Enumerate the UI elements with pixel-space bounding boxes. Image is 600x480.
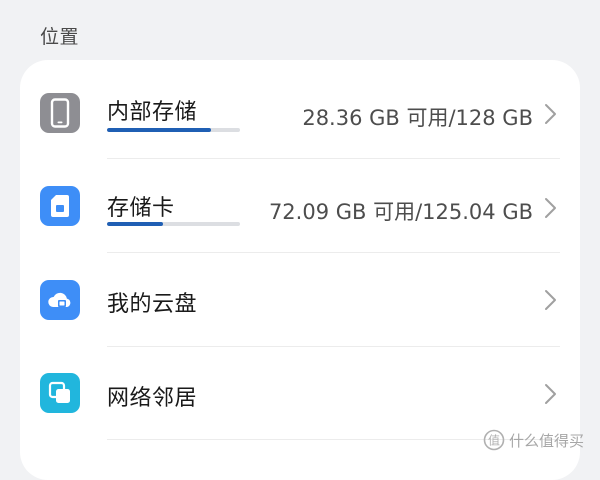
internal-storage-usage-fill <box>107 128 211 132</box>
network-neighborhood-row[interactable]: 网络邻居 <box>20 348 580 440</box>
network-neighborhood-label: 网络邻居 <box>107 386 198 411</box>
divider <box>107 252 560 253</box>
cloud-icon <box>40 280 80 320</box>
storage-card-row[interactable]: 存储卡 72.09 GB 可用/125.04 GB <box>20 160 580 252</box>
section-title: 位置 <box>40 26 80 48</box>
storage-locations-card: 内部存储 28.36 GB 可用/128 GB 存储卡 72.09 GB 可用/… <box>20 60 580 480</box>
cloud-drive-row[interactable]: 我的云盘 <box>20 254 580 346</box>
storage-card-usage-bar <box>107 222 240 226</box>
internal-storage-row[interactable]: 内部存储 28.36 GB 可用/128 GB <box>20 64 580 156</box>
network-neighborhood-icon <box>40 373 80 413</box>
chevron-right-icon <box>545 104 556 124</box>
internal-storage-capacity: 28.36 GB 可用/128 GB <box>302 106 533 130</box>
storage-card-capacity: 72.09 GB 可用/125.04 GB <box>268 200 533 224</box>
sd-card-icon <box>40 186 80 226</box>
cloud-drive-label: 我的云盘 <box>107 292 198 317</box>
svg-text:值: 值 <box>488 433 500 448</box>
storage-card-usage-fill <box>107 222 163 226</box>
watermark-text: 什么值得买 <box>508 431 584 450</box>
internal-storage-usage-bar <box>107 128 240 132</box>
internal-storage-label: 内部存储 <box>107 100 198 125</box>
watermark: 值 什么值得买 <box>483 429 584 451</box>
divider <box>107 346 560 347</box>
phone-icon <box>40 93 80 133</box>
chevron-right-icon <box>545 290 556 310</box>
storage-card-label: 存储卡 <box>107 196 175 221</box>
divider <box>107 158 560 159</box>
chevron-right-icon <box>545 198 556 218</box>
chevron-right-icon <box>545 384 556 404</box>
smzdm-logo-icon: 值 <box>483 429 505 451</box>
